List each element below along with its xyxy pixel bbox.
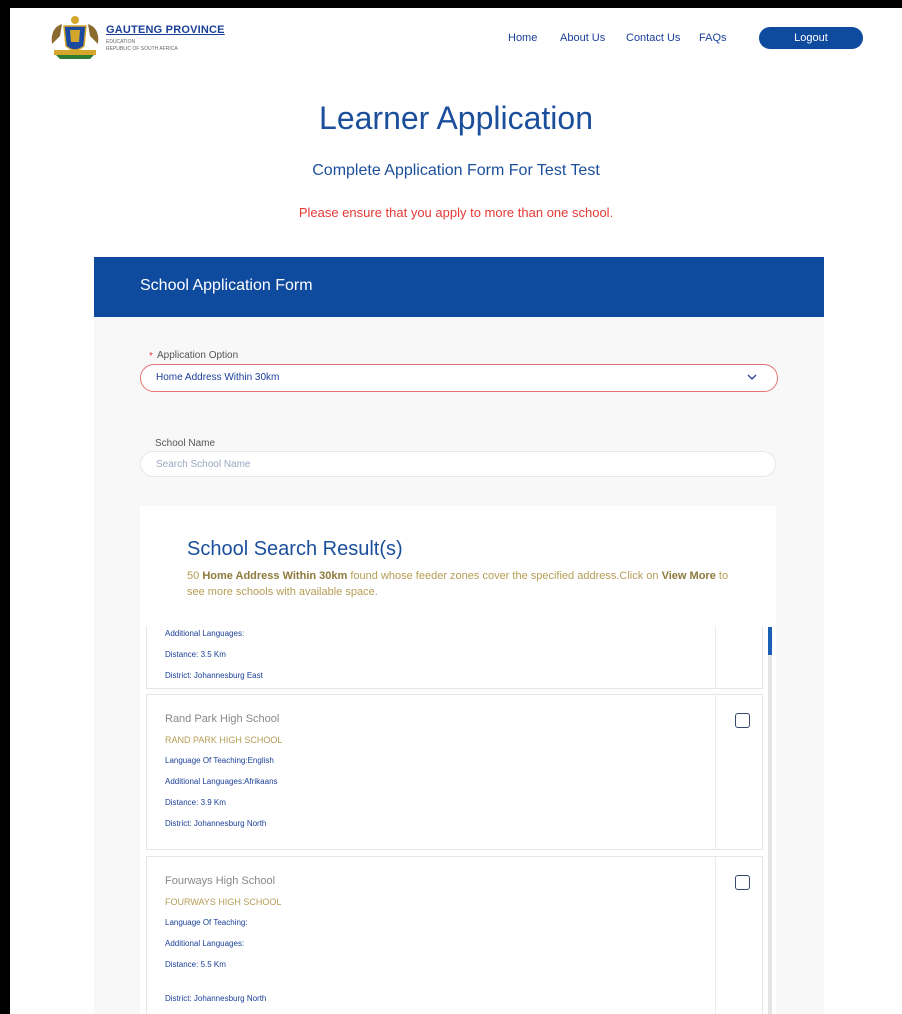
nav-faqs[interactable]: FAQs	[699, 32, 727, 44]
card-divider	[715, 695, 716, 849]
school-name: Rand Park High School	[165, 713, 280, 725]
results-title: School Search Result(s)	[187, 538, 403, 560]
results-desc-middle: found whose feeder zones cover the speci…	[350, 570, 659, 582]
school-district: District: Johannesburg East	[165, 671, 263, 680]
school-additional-languages: Additional Languages:Afrikaans	[165, 777, 278, 786]
school-additional-languages: Additional Languages:	[165, 939, 245, 948]
required-marker: *	[149, 351, 153, 362]
school-results-list[interactable]: Additional Languages: Distance: 3.5 Km D…	[140, 617, 776, 1014]
card-divider	[715, 857, 716, 1014]
logout-button[interactable]: Logout	[759, 27, 863, 49]
school-distance: Distance: 3.5 Km	[165, 650, 226, 659]
page-subtitle: Complete Application Form For Test Test	[312, 162, 600, 179]
application-option-select[interactable]: Home Address Within 30km	[140, 364, 778, 392]
search-results-header: School Search Result(s) 50 Home Address …	[140, 506, 776, 626]
application-option-label: Application Option	[157, 350, 239, 361]
school-code-name: RAND PARK HIGH SCHOOL	[165, 735, 283, 745]
school-card: Fourways High School FOURWAYS HIGH SCHOO…	[146, 856, 763, 1014]
school-name: Fourways High School	[165, 875, 276, 887]
results-description: 50 Home Address Within 30km found whose …	[187, 568, 747, 600]
card-divider	[715, 617, 716, 688]
results-count: 50	[187, 570, 200, 582]
page-title: Learner Application	[319, 100, 593, 136]
nav-home[interactable]: Home	[508, 32, 537, 44]
school-name-search-input[interactable]	[140, 451, 776, 477]
chevron-down-icon	[747, 374, 757, 380]
logo-title: GAUTENG PROVINCE	[106, 24, 225, 36]
school-card: Rand Park High School RAND PARK HIGH SCH…	[146, 694, 763, 850]
school-district: District: Johannesburg North	[165, 994, 267, 1003]
school-distance: Distance: 3.9 Km	[165, 798, 226, 807]
page: GAUTENG PROVINCE EDUCATION REPUBLIC OF S…	[10, 8, 902, 1014]
scrollbar-track[interactable]	[768, 627, 772, 1014]
school-district: District: Johannesburg North	[165, 819, 267, 828]
school-select-checkbox[interactable]	[735, 713, 750, 728]
school-select-checkbox[interactable]	[735, 875, 750, 890]
results-option: Home Address Within 30km	[202, 570, 348, 582]
school-language: Language Of Teaching:English	[165, 756, 274, 765]
school-application-panel: School Application Form * Application Op…	[94, 257, 824, 1014]
school-distance: Distance: 5.5 Km	[165, 960, 226, 969]
logo-subtitle-education: EDUCATION	[106, 39, 136, 45]
application-option-value: Home Address Within 30km	[156, 372, 280, 383]
nav-about-us[interactable]: About Us	[560, 32, 605, 44]
school-name-label: School Name	[155, 438, 216, 449]
school-language: Language Of Teaching:	[165, 918, 248, 927]
logo-subtitle-country: REPUBLIC OF SOUTH AFRICA	[106, 46, 178, 52]
panel-title: School Application Form	[140, 277, 313, 294]
scrollbar-thumb[interactable]	[768, 627, 772, 655]
school-additional-languages: Additional Languages:	[165, 629, 245, 638]
coat-of-arms-icon	[51, 16, 99, 59]
nav-contact-us[interactable]: Contact Us	[626, 32, 680, 44]
school-card: Additional Languages: Distance: 3.5 Km D…	[146, 617, 763, 689]
gauteng-logo[interactable]: GAUTENG PROVINCE EDUCATION REPUBLIC OF S…	[46, 14, 226, 62]
warning-message: Please ensure that you apply to more tha…	[298, 205, 614, 220]
school-code-name: FOURWAYS HIGH SCHOOL	[165, 897, 282, 907]
view-more-link[interactable]: View More	[662, 570, 716, 582]
panel-header: School Application Form	[94, 257, 824, 317]
